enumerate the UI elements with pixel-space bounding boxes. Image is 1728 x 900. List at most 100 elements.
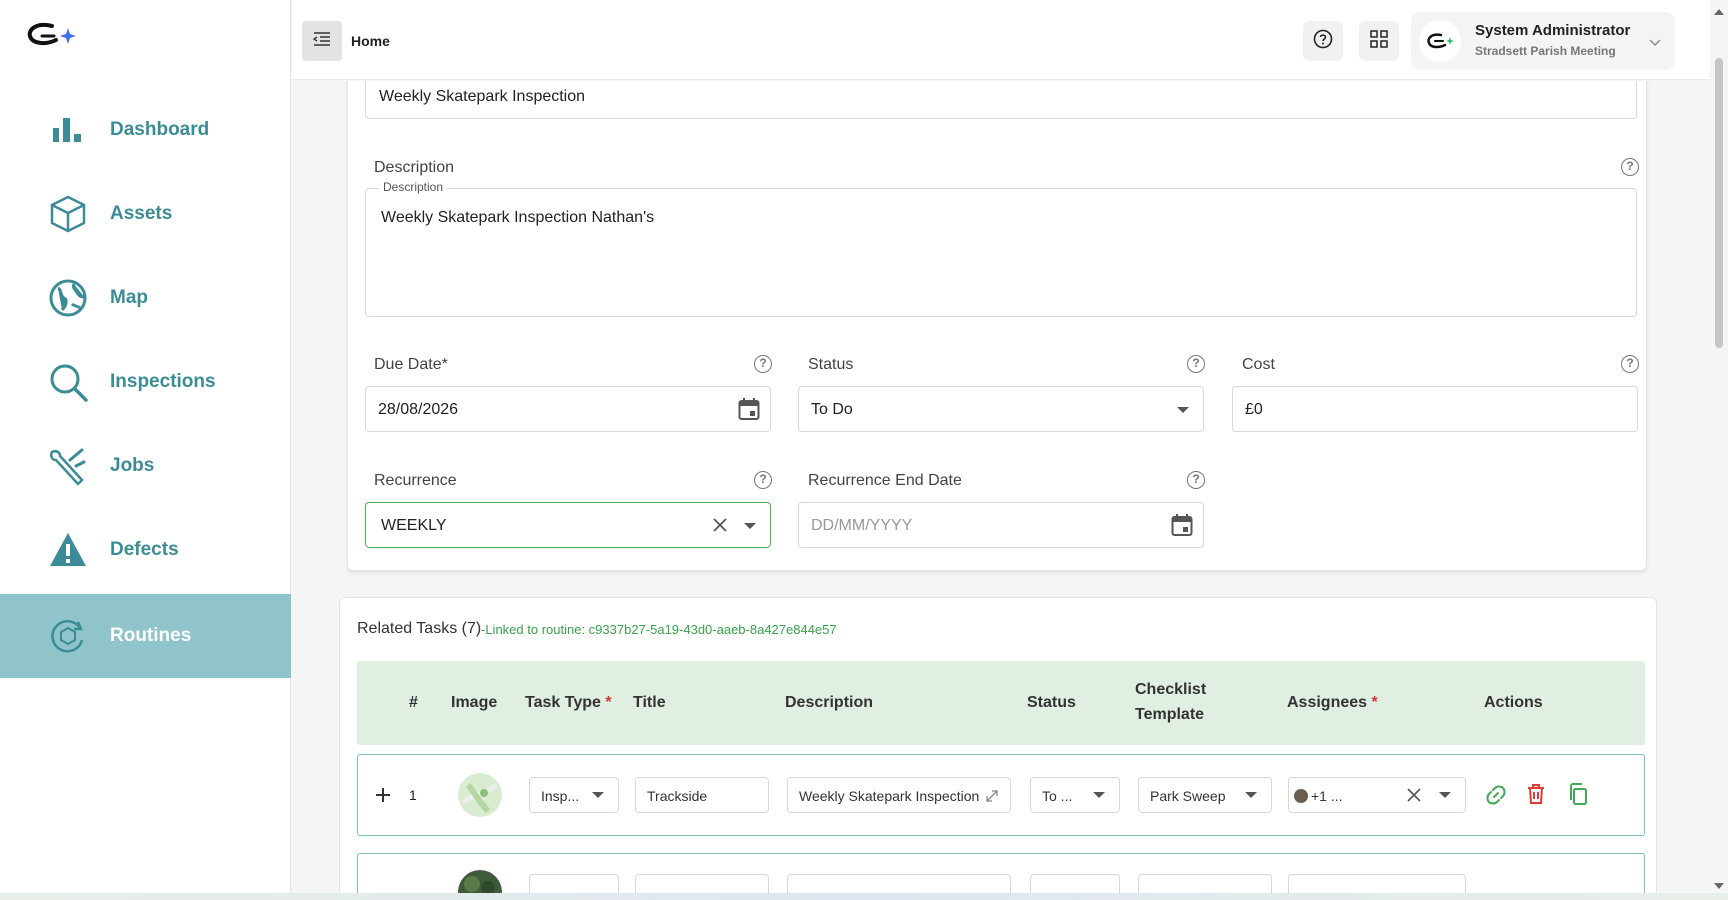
due-date-help-icon[interactable]: ? [754,355,772,373]
magnifier-icon [48,362,88,402]
sidebar: Dashboard Assets Map Inspections Jobs De… [0,0,291,900]
caret-down-icon[interactable] [1439,792,1451,798]
vertical-scrollbar[interactable] [1710,0,1728,893]
sidebar-item-routines[interactable]: Routines [0,594,291,678]
copy-icon[interactable] [1568,783,1588,810]
required-asterisk: * [605,694,612,711]
collapse-menu-button[interactable] [302,21,342,61]
table-row[interactable] [357,853,1645,893]
task-title-input[interactable]: Trackside [635,777,769,813]
user-organisation: Stradsett Parish Meeting [1475,44,1616,58]
task-description-input[interactable] [787,874,1011,893]
cost-help-icon[interactable]: ? [1621,355,1639,373]
column-header-checklist: Checklist [1135,681,1207,698]
link-icon[interactable] [1485,784,1507,811]
sidebar-item-inspections[interactable]: Inspections [0,340,291,424]
sidebar-item-label: Defects [110,539,179,560]
task-title-value: Trackside [647,788,708,804]
scroll-down-arrow-icon[interactable] [1713,878,1725,889]
title-value: Weekly Skatepark Inspection [379,88,586,105]
caret-down-icon[interactable] [744,523,756,529]
delete-icon[interactable] [1526,783,1546,810]
avatar [1294,789,1308,803]
expand-icon[interactable] [986,789,998,805]
description-field[interactable]: Weekly Skatepark Inspection Nathan's [365,188,1637,317]
due-date-value: 28/08/2026 [378,401,459,418]
task-type-select[interactable]: Insp... [529,777,619,813]
sidebar-item-defects[interactable]: Defects [0,508,291,592]
task-type-select[interactable] [529,874,619,893]
column-header-image: Image [451,694,498,711]
help-circle-icon [1313,29,1333,54]
clear-icon[interactable] [712,517,728,538]
task-description-input[interactable]: Weekly Skatepark Inspection [787,777,1011,813]
breadcrumb[interactable]: Home [351,33,390,49]
description-legend: Description [379,180,448,194]
cost-label: Cost [1242,356,1275,373]
task-title-input[interactable] [635,874,769,893]
help-button[interactable] [1303,21,1343,61]
calendar-icon[interactable] [1171,513,1193,542]
calendar-icon[interactable] [738,397,760,426]
user-menu[interactable]: System Administrator Stradsett Parish Me… [1411,12,1675,70]
status-select[interactable]: To Do [798,386,1204,432]
task-status-select[interactable] [1030,874,1120,893]
scroll-up-arrow-icon[interactable] [1713,4,1725,15]
related-tasks-title: Related Tasks (7) [357,620,482,637]
task-type-value: Insp... [541,788,580,804]
sidebar-item-label: Dashboard [110,119,210,140]
task-status-select[interactable]: To ... [1030,777,1120,813]
sidebar-item-map[interactable]: Map [0,256,291,340]
clear-icon[interactable] [1407,788,1421,805]
grid-icon [1370,29,1388,53]
assignees-value: +1 ... [1311,788,1343,804]
caret-down-icon [1245,792,1257,798]
caret-down-icon [1093,792,1105,798]
description-label: Description [374,159,455,176]
sidebar-item-dashboard[interactable]: Dashboard [0,88,291,172]
cost-input[interactable]: £0 [1232,386,1638,432]
column-header-status: Status [1027,694,1076,711]
caret-down-icon [1177,407,1189,413]
cube-icon [48,194,88,234]
due-date-field[interactable]: 28/08/2026 [365,386,771,432]
recurrence-end-placeholder: DD/MM/YYYY [811,517,913,534]
checklist-template-select[interactable]: Park Sweep [1138,777,1272,813]
column-header-template: Template [1135,706,1205,723]
column-header-description: Description [785,694,874,711]
scrollbar-thumb[interactable] [1715,58,1723,348]
recurrence-help-icon[interactable]: ? [754,471,772,489]
globe-icon [48,278,88,318]
caret-down-icon [592,792,604,798]
taskbar-strip [0,893,1728,900]
apps-grid-button[interactable] [1359,21,1399,61]
user-name: System Administrator [1475,22,1631,39]
related-tasks-card: Related Tasks (7) -Linked to routine: c9… [339,597,1657,893]
checklist-template-select[interactable] [1138,874,1272,893]
sidebar-item-jobs[interactable]: Jobs [0,424,291,508]
app-root: Dashboard Assets Map Inspections Jobs De… [0,0,1728,900]
column-header-number: # [409,694,418,711]
description-value: Weekly Skatepark Inspection Nathan's [381,209,655,226]
assignees-select[interactable] [1288,874,1466,893]
due-date-label: Due Date* [374,356,448,373]
drag-handle-icon[interactable] [375,787,391,808]
row-number: 1 [409,787,417,803]
table-row[interactable]: 1 Insp... Trackside Weekly Skatepark Ins… [357,754,1645,836]
recurrence-end-field[interactable]: DD/MM/YYYY [798,502,1204,548]
sidebar-item-label: Inspections [110,371,216,392]
app-logo[interactable] [26,18,86,54]
title-input[interactable]: Weekly Skatepark Inspection [365,81,1637,119]
task-image-thumbnail[interactable] [458,870,502,893]
column-header-task-type-label: Task Type [525,694,601,711]
recurrence-select[interactable]: WEEKLY [365,502,771,548]
recurrence-end-label: Recurrence End Date [808,472,962,489]
recurrence-end-help-icon[interactable]: ? [1187,471,1205,489]
status-help-icon[interactable]: ? [1187,355,1205,373]
task-description-value: Weekly Skatepark Inspection [799,788,980,804]
sidebar-item-assets[interactable]: Assets [0,172,291,256]
assignees-select[interactable]: +1 ... [1288,777,1466,813]
task-image-thumbnail[interactable] [458,773,502,817]
description-help-icon[interactable]: ? [1621,158,1639,176]
linked-routine-link[interactable]: -Linked to routine: c9337b27-5a19-43d0-a… [481,622,837,637]
